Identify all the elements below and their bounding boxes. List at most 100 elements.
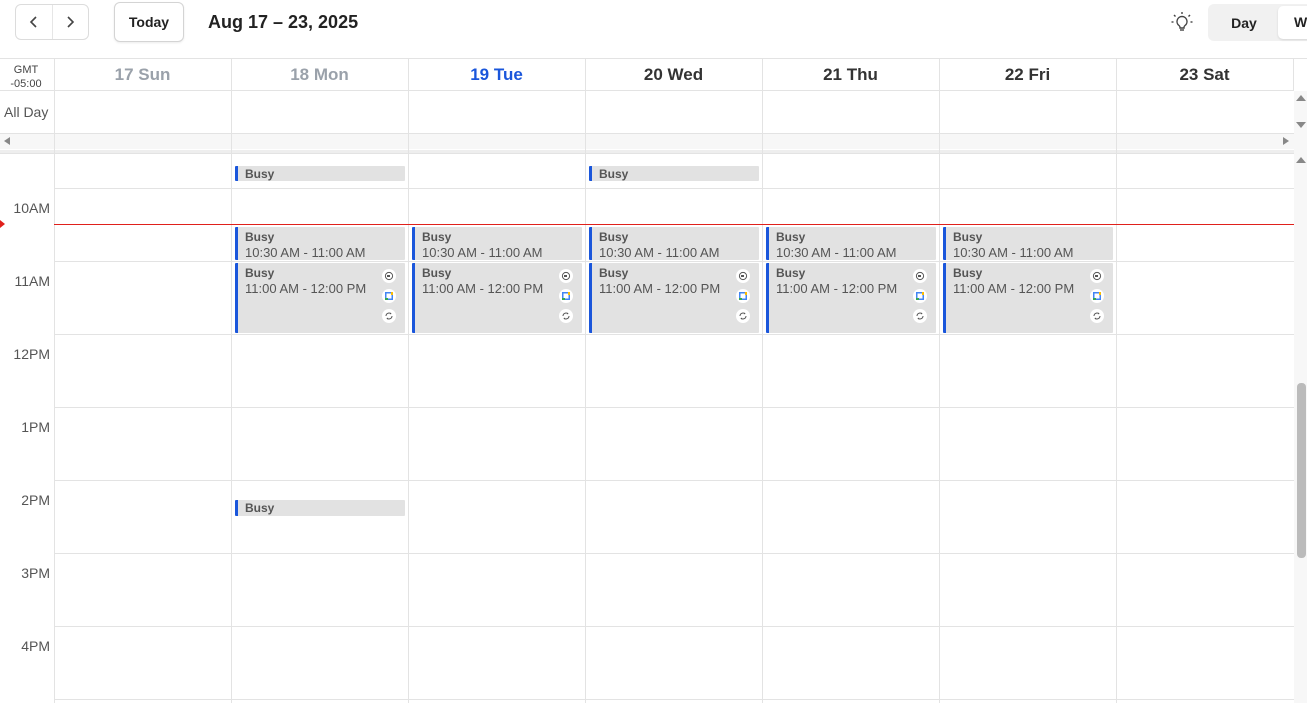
- recurring-icon[interactable]: [913, 309, 927, 323]
- column-divider: [54, 59, 55, 703]
- previous-week-button[interactable]: [16, 5, 52, 39]
- day-header-fri[interactable]: 22 Fri: [939, 59, 1116, 90]
- recurring-icon[interactable]: [736, 309, 750, 323]
- event-time: 11:00 AM - 12:00 PM: [599, 281, 721, 296]
- hour-gridline: [54, 407, 1294, 408]
- timezone-offset: -05:00: [10, 78, 42, 90]
- event-time: 11:00 AM - 12:00 PM: [245, 281, 367, 296]
- event-time: 11:00 AM - 12:00 PM: [953, 281, 1075, 296]
- column-divider: [1116, 59, 1117, 703]
- calendar-event[interactable]: Busy 10:30 AM - 11:00 AM: [766, 226, 936, 260]
- today-button[interactable]: Today: [114, 2, 184, 42]
- google-calendar-icon[interactable]: [736, 289, 750, 303]
- horizontal-scrollbar[interactable]: [0, 134, 1294, 149]
- event-time: 10:30 AM - 11:00 AM: [422, 244, 543, 260]
- column-divider: [408, 59, 409, 703]
- zoom-icon[interactable]: [1090, 269, 1104, 283]
- scroll-left-arrow[interactable]: [4, 137, 10, 145]
- date-nav-group: [15, 4, 89, 40]
- event-time: 10:30 AM - 11:00 AM: [776, 244, 897, 260]
- event-title: Busy: [953, 229, 983, 244]
- column-divider: [939, 59, 940, 703]
- event-title: Busy: [599, 229, 629, 244]
- day-view-button[interactable]: Day: [1218, 4, 1270, 41]
- zoom-icon[interactable]: [382, 269, 396, 283]
- calendar-event[interactable]: Busy 11:00 AM - 12:00 PM: [235, 263, 405, 333]
- event-time: 11:00 AM - 12:00 PM: [776, 281, 898, 296]
- zoom-icon[interactable]: [913, 269, 927, 283]
- column-divider: [585, 59, 586, 703]
- chevron-right-icon: [67, 16, 75, 28]
- column-divider: [1293, 59, 1294, 91]
- calendar-event[interactable]: Busy 11:00 AM - 12:00 PM: [589, 263, 759, 333]
- event-time: 10:30 AM - 11:00 AM: [245, 244, 366, 260]
- hour-label: 3PM: [21, 565, 50, 581]
- day-header-thu[interactable]: 21 Thu: [762, 59, 939, 90]
- hour-label: 4PM: [21, 638, 50, 654]
- zoom-icon[interactable]: [736, 269, 750, 283]
- hour-gridline: [54, 188, 1294, 189]
- event-icons: [1090, 269, 1104, 329]
- event-icons: [913, 269, 927, 329]
- vertical-scrollbar-thumb[interactable]: [1297, 383, 1306, 558]
- chevron-left-icon: [29, 16, 37, 28]
- calendar-event[interactable]: Busy: [235, 165, 405, 181]
- event-icons: [736, 269, 750, 329]
- calendar-event[interactable]: Busy 11:00 AM - 12:00 PM: [943, 263, 1113, 333]
- event-title: Busy: [953, 266, 983, 280]
- day-header-tue[interactable]: 19 Tue: [408, 59, 585, 90]
- timezone-name: GMT: [13, 64, 39, 76]
- event-time: 10:30 AM - 11:00 AM: [953, 244, 1074, 260]
- calendar-event[interactable]: Busy 11:00 AM - 12:00 PM: [766, 263, 936, 333]
- event-title: Busy: [776, 229, 806, 244]
- scroll-down-arrow[interactable]: [1296, 122, 1306, 128]
- zoom-icon[interactable]: [559, 269, 573, 283]
- calendar-event[interactable]: Busy 10:30 AM - 11:00 AM: [943, 226, 1113, 260]
- event-time: 11:00 AM - 12:00 PM: [422, 281, 544, 296]
- scroll-up-arrow[interactable]: [1296, 95, 1306, 101]
- event-title: Busy: [422, 229, 452, 244]
- hour-label: 12PM: [13, 346, 50, 362]
- grid-scroll-up-arrow[interactable]: [1296, 157, 1306, 163]
- recurring-icon[interactable]: [1090, 309, 1104, 323]
- column-divider: [762, 59, 763, 703]
- next-week-button[interactable]: [51, 5, 89, 39]
- hour-gridline: [54, 699, 1294, 700]
- day-header-wed[interactable]: 20 Wed: [585, 59, 762, 90]
- calendar-event[interactable]: Busy 10:30 AM - 11:00 AM: [235, 226, 405, 260]
- date-range-title: Aug 17 – 23, 2025: [208, 12, 359, 32]
- calendar-event[interactable]: Busy: [235, 500, 405, 516]
- hour-gridline: [54, 334, 1294, 335]
- google-calendar-icon[interactable]: [382, 289, 396, 303]
- calendar-event[interactable]: Busy: [589, 165, 759, 181]
- column-divider: [231, 59, 232, 703]
- event-icons: [559, 269, 573, 329]
- hour-label: 1PM: [21, 419, 50, 435]
- day-header-sun[interactable]: 17 Sun: [54, 59, 231, 90]
- recurring-icon[interactable]: [382, 309, 396, 323]
- calendar-event[interactable]: Busy 11:00 AM - 12:00 PM: [412, 263, 582, 333]
- google-calendar-icon[interactable]: [1090, 289, 1104, 303]
- hour-gridline: [54, 480, 1294, 481]
- hour-gridline: [54, 553, 1294, 554]
- google-calendar-icon[interactable]: [559, 289, 573, 303]
- calendar-event[interactable]: Busy 10:30 AM - 11:00 AM: [412, 226, 582, 260]
- event-title: Busy: [599, 266, 629, 280]
- scroll-right-arrow[interactable]: [1283, 137, 1289, 145]
- day-header-sat[interactable]: 23 Sat: [1116, 59, 1293, 90]
- event-title: Busy: [245, 229, 275, 244]
- hour-label: 2PM: [21, 492, 50, 508]
- header-separator: [0, 150, 1294, 154]
- recurring-icon[interactable]: [559, 309, 573, 323]
- lightbulb-icon[interactable]: [1170, 11, 1194, 35]
- header-bottom-border: [0, 90, 1294, 91]
- google-calendar-icon[interactable]: [913, 289, 927, 303]
- week-view-button[interactable]: W: [1278, 6, 1307, 39]
- calendar-event[interactable]: Busy 10:30 AM - 11:00 AM: [589, 226, 759, 260]
- event-title: Busy: [422, 266, 452, 280]
- current-time-marker: [0, 220, 5, 228]
- hour-label: 11AM: [14, 273, 50, 289]
- event-title: Busy: [245, 501, 275, 516]
- day-header-mon[interactable]: 18 Mon: [231, 59, 408, 90]
- event-icons: [382, 269, 396, 329]
